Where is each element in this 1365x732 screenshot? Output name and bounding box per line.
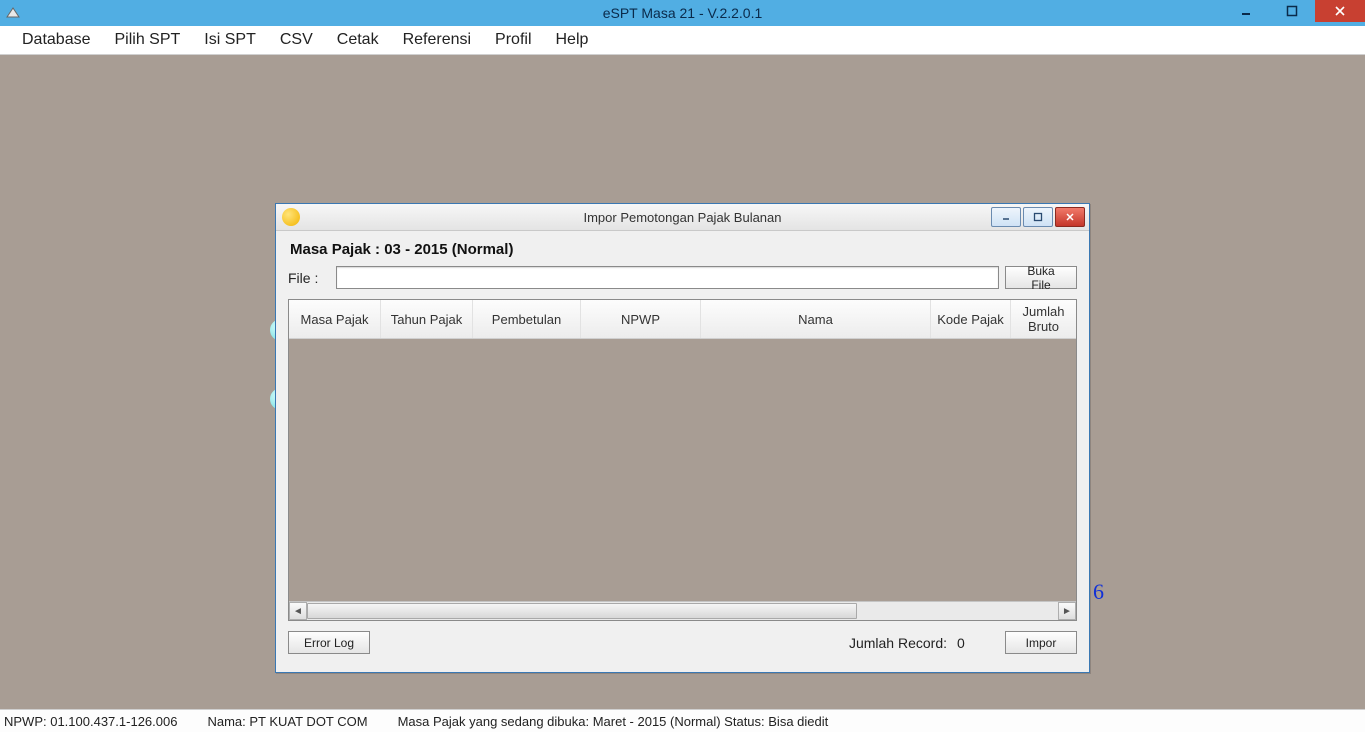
table-body (289, 339, 1076, 599)
dialog-footer: Error Log Jumlah Record: 0 Impor (288, 631, 1077, 654)
maximize-button[interactable] (1269, 0, 1315, 22)
import-table: Masa Pajak Tahun Pajak Pembetulan NPWP N… (288, 299, 1077, 621)
app-titlebar: eSPT Masa 21 - V.2.2.0.1 (0, 0, 1365, 26)
table-header: Masa Pajak Tahun Pajak Pembetulan NPWP N… (289, 300, 1076, 339)
col-masa-pajak[interactable]: Masa Pajak (289, 300, 381, 338)
import-dialog: Impor Pemotongan Pajak Bulanan Masa Paja… (275, 203, 1090, 673)
menubar: Database Pilih SPT Isi SPT CSV Cetak Ref… (0, 26, 1365, 55)
file-label: File : (288, 270, 330, 286)
scroll-left-button[interactable]: ◄ (289, 602, 307, 620)
status-npwp: NPWP: 01.100.437.1-126.006 (4, 714, 177, 729)
minimize-button[interactable] (1223, 0, 1269, 22)
file-input[interactable] (336, 266, 999, 289)
workspace: 6 Impor Pemotongan Pajak Bulanan Masa Pa… (0, 55, 1365, 709)
masa-pajak-label: Masa Pajak : 03 - 2015 (Normal) (290, 241, 1077, 258)
status-nama: Nama: PT KUAT DOT COM (207, 714, 367, 729)
dialog-icon (282, 208, 300, 226)
menu-profil[interactable]: Profil (483, 27, 543, 53)
error-log-button[interactable]: Error Log (288, 631, 370, 654)
dialog-maximize-button[interactable] (1023, 207, 1053, 227)
menu-referensi[interactable]: Referensi (391, 27, 483, 53)
menu-help[interactable]: Help (544, 27, 601, 53)
dialog-window-controls (991, 207, 1085, 227)
status-masa: Masa Pajak yang sedang dibuka: Maret - 2… (398, 714, 829, 729)
statusbar: NPWP: 01.100.437.1-126.006 Nama: PT KUAT… (0, 709, 1365, 732)
col-kode-pajak[interactable]: Kode Pajak (931, 300, 1011, 338)
close-button[interactable] (1315, 0, 1365, 22)
menu-database[interactable]: Database (10, 27, 103, 53)
scroll-track[interactable] (307, 602, 1058, 620)
dialog-body: Masa Pajak : 03 - 2015 (Normal) File : B… (276, 231, 1089, 664)
col-pembetulan[interactable]: Pembetulan (473, 300, 581, 338)
impor-button[interactable]: Impor (1005, 631, 1077, 654)
col-nama[interactable]: Nama (701, 300, 931, 338)
dialog-titlebar[interactable]: Impor Pemotongan Pajak Bulanan (276, 204, 1089, 231)
menu-csv[interactable]: CSV (268, 27, 325, 53)
scroll-right-button[interactable]: ► (1058, 602, 1076, 620)
buka-file-button[interactable]: Buka File (1005, 266, 1077, 289)
annotation-six: 6 (1093, 579, 1104, 605)
menu-isi-spt[interactable]: Isi SPT (192, 27, 268, 53)
dialog-close-button[interactable] (1055, 207, 1085, 227)
menu-pilih-spt[interactable]: Pilih SPT (103, 27, 193, 53)
file-row: File : Buka File (288, 266, 1077, 289)
dialog-minimize-button[interactable] (991, 207, 1021, 227)
app-title: eSPT Masa 21 - V.2.2.0.1 (0, 5, 1365, 21)
horizontal-scrollbar[interactable]: ◄ ► (289, 601, 1076, 620)
col-npwp[interactable]: NPWP (581, 300, 701, 338)
record-count-label: Jumlah Record: (849, 635, 947, 651)
record-count-value: 0 (957, 635, 987, 651)
dialog-title: Impor Pemotongan Pajak Bulanan (276, 210, 1089, 225)
window-controls (1223, 0, 1365, 22)
col-jumlah-bruto[interactable]: Jumlah Bruto (1011, 300, 1076, 338)
scroll-thumb[interactable] (307, 603, 857, 619)
col-tahun-pajak[interactable]: Tahun Pajak (381, 300, 473, 338)
menu-cetak[interactable]: Cetak (325, 27, 391, 53)
app-icon (4, 4, 22, 22)
